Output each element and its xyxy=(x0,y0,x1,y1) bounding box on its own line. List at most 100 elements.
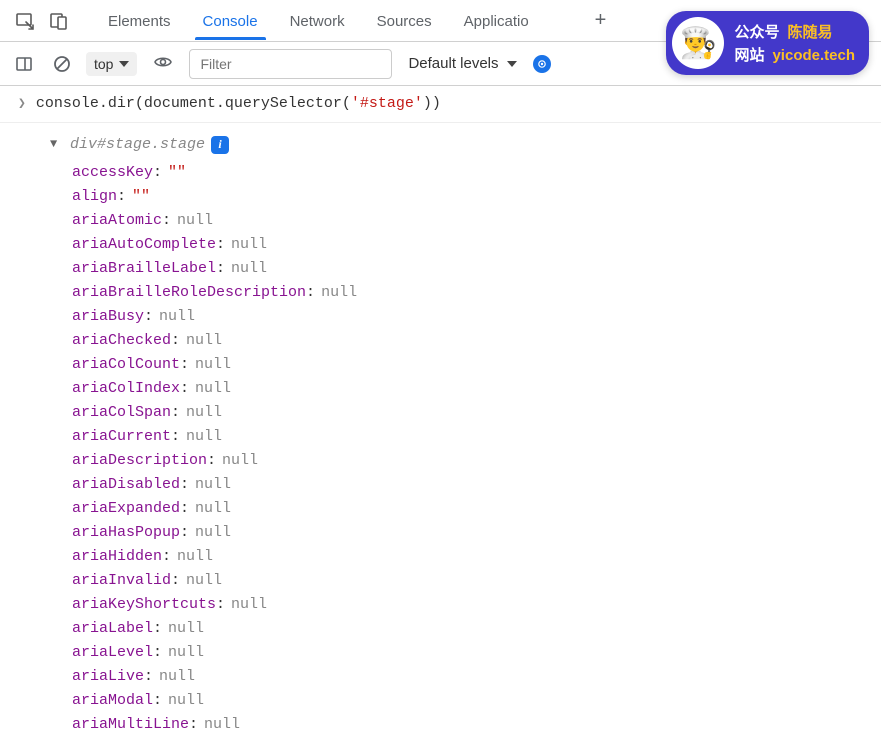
command-text: console.dir(document.querySelector('#sta… xyxy=(36,92,441,116)
property-value: null xyxy=(321,281,357,305)
property-row[interactable]: ariaAtomic: null xyxy=(72,209,869,233)
property-key: ariaChecked xyxy=(72,329,171,353)
tab-elements[interactable]: Elements xyxy=(92,3,187,39)
property-value: null xyxy=(168,617,204,641)
property-row[interactable]: ariaBrailleLabel: null xyxy=(72,257,869,281)
property-value: null xyxy=(195,497,231,521)
property-value: null xyxy=(195,473,231,497)
property-key: ariaLive xyxy=(72,665,144,689)
property-key: ariaColIndex xyxy=(72,377,180,401)
object-inspector: ▼ div#stage.stage i accessKey: ""align: … xyxy=(0,123,881,747)
object-header[interactable]: ▼ div#stage.stage i xyxy=(50,133,869,157)
property-value: null xyxy=(195,521,231,545)
property-row[interactable]: ariaColCount: null xyxy=(72,353,869,377)
property-separator: : xyxy=(171,401,180,425)
property-key: accessKey xyxy=(72,161,153,185)
wm-value-1: 陈随易 xyxy=(787,21,832,42)
property-value: null xyxy=(186,569,222,593)
add-tab-icon[interactable]: + xyxy=(585,3,617,38)
context-label: top xyxy=(94,56,113,72)
property-row[interactable]: ariaInvalid: null xyxy=(72,569,869,593)
property-separator: : xyxy=(180,497,189,521)
property-separator: : xyxy=(117,185,126,209)
property-row[interactable]: ariaBrailleRoleDescription: null xyxy=(72,281,869,305)
toggle-sidebar-icon[interactable] xyxy=(10,50,38,78)
property-value: null xyxy=(159,665,195,689)
property-key: ariaDisabled xyxy=(72,473,180,497)
caret-down-icon xyxy=(119,61,129,67)
log-levels-selector[interactable]: Default levels xyxy=(402,55,522,72)
tab-application[interactable]: Applicatio xyxy=(448,3,545,39)
issues-button[interactable] xyxy=(533,55,551,73)
property-row[interactable]: ariaLabel: null xyxy=(72,617,869,641)
tab-network[interactable]: Network xyxy=(274,3,361,39)
property-row[interactable]: ariaDescription: null xyxy=(72,449,869,473)
property-row[interactable]: ariaAutoComplete: null xyxy=(72,233,869,257)
device-toggle-icon[interactable] xyxy=(42,4,76,38)
property-key: ariaColCount xyxy=(72,353,180,377)
property-row[interactable]: ariaColSpan: null xyxy=(72,401,869,425)
property-separator: : xyxy=(216,593,225,617)
caret-down-icon xyxy=(507,61,517,67)
property-row[interactable]: ariaHasPopup: null xyxy=(72,521,869,545)
execution-context-selector[interactable]: top xyxy=(86,52,137,76)
property-separator: : xyxy=(180,353,189,377)
property-key: ariaKeyShortcuts xyxy=(72,593,216,617)
property-row[interactable]: ariaKeyShortcuts: null xyxy=(72,593,869,617)
property-key: ariaModal xyxy=(72,689,153,713)
property-value: "" xyxy=(168,161,186,185)
property-row[interactable]: ariaModal: null xyxy=(72,689,869,713)
watermark-badge: 👨‍🍳 公众号 陈随易 网站 yicode.tech xyxy=(666,11,869,75)
property-value: null xyxy=(186,329,222,353)
tab-sources[interactable]: Sources xyxy=(361,3,448,39)
property-row[interactable]: accessKey: "" xyxy=(72,161,869,185)
property-key: ariaAtomic xyxy=(72,209,162,233)
property-key: ariaBrailleLabel xyxy=(72,257,216,281)
filter-input[interactable] xyxy=(189,49,392,79)
property-separator: : xyxy=(189,713,198,737)
issues-dot-icon xyxy=(533,55,551,73)
property-key: ariaLabel xyxy=(72,617,153,641)
property-row[interactable]: ariaExpanded: null xyxy=(72,497,869,521)
property-row[interactable]: ariaMultiLine: null xyxy=(72,713,869,737)
clear-console-icon[interactable] xyxy=(48,50,76,78)
info-icon[interactable]: i xyxy=(211,136,229,154)
property-row[interactable]: ariaBusy: null xyxy=(72,305,869,329)
expand-arrow-icon[interactable]: ▼ xyxy=(50,135,64,154)
property-row[interactable]: ariaDisabled: null xyxy=(72,473,869,497)
wm-label-2: 网站 xyxy=(734,44,764,65)
property-value: null xyxy=(168,689,204,713)
inspect-element-icon[interactable] xyxy=(8,4,42,38)
property-value: null xyxy=(186,401,222,425)
property-separator: : xyxy=(153,161,162,185)
property-row[interactable]: ariaColIndex: null xyxy=(72,377,869,401)
console-output: ❯ console.dir(document.querySelector('#s… xyxy=(0,86,881,747)
property-value: null xyxy=(231,257,267,281)
console-command-row[interactable]: ❯ console.dir(document.querySelector('#s… xyxy=(0,86,881,123)
tab-console[interactable]: Console xyxy=(187,3,274,39)
property-separator: : xyxy=(306,281,315,305)
property-row[interactable]: ariaLive: null xyxy=(72,665,869,689)
property-key: ariaLevel xyxy=(72,641,153,665)
property-separator: : xyxy=(180,521,189,545)
property-key: ariaExpanded xyxy=(72,497,180,521)
property-key: ariaHidden xyxy=(72,545,162,569)
property-row[interactable]: ariaLevel: null xyxy=(72,641,869,665)
avatar: 👨‍🍳 xyxy=(672,17,724,69)
property-separator: : xyxy=(216,257,225,281)
property-row[interactable]: ariaChecked: null xyxy=(72,329,869,353)
live-expression-icon[interactable] xyxy=(147,52,179,75)
property-value: null xyxy=(231,593,267,617)
panel-tabs: Elements Console Network Sources Applica… xyxy=(92,3,545,39)
property-separator: : xyxy=(153,689,162,713)
property-key: ariaMultiLine xyxy=(72,713,189,737)
property-value: null xyxy=(231,233,267,257)
property-row[interactable]: align: "" xyxy=(72,185,869,209)
property-value: null xyxy=(168,641,204,665)
property-row[interactable]: ariaCurrent: null xyxy=(72,425,869,449)
property-key: ariaBusy xyxy=(72,305,144,329)
property-row[interactable]: ariaHidden: null xyxy=(72,545,869,569)
property-separator: : xyxy=(171,569,180,593)
property-separator: : xyxy=(153,641,162,665)
property-key: ariaCurrent xyxy=(72,425,171,449)
